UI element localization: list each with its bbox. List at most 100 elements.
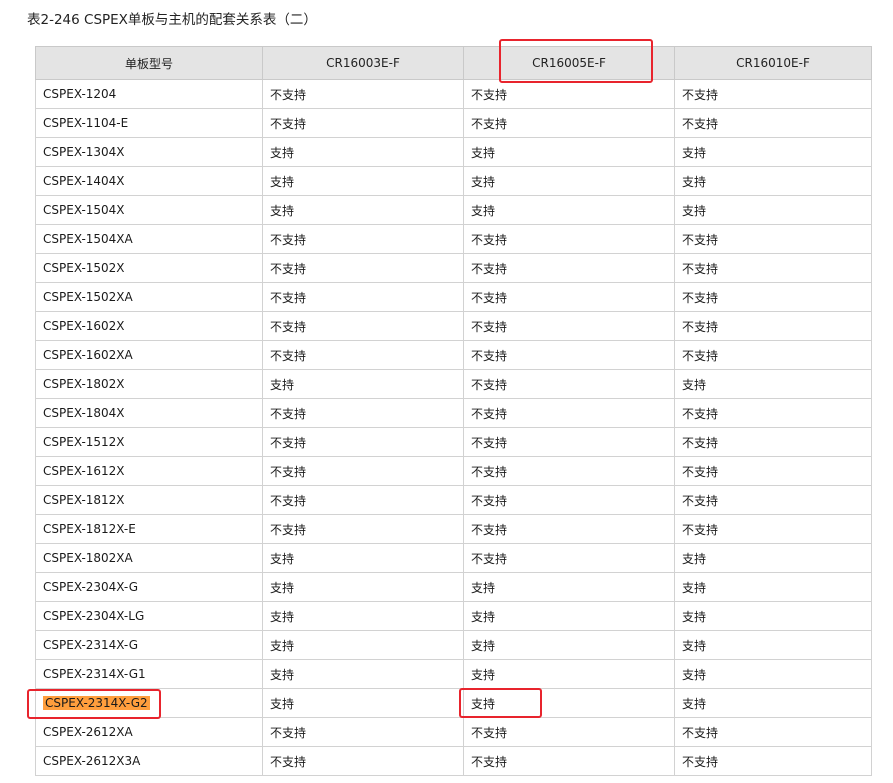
cr16003e-f-cell: 支持	[262, 630, 464, 660]
cr16010e-f-cell: 不支持	[674, 485, 872, 515]
cr16010e-f-cell: 支持	[674, 688, 872, 718]
cr16010e-f-cell: 不支持	[674, 427, 872, 457]
column-header-cr16005e-f: CR16005E-F	[463, 46, 675, 80]
cr16003e-f-cell: 支持	[262, 572, 464, 602]
cr16005e-f-cell: 不支持	[463, 282, 675, 312]
cr16010e-f-cell: 支持	[674, 195, 872, 225]
cr16005e-f-cell: 不支持	[463, 340, 675, 370]
cr16005e-f-cell: 不支持	[463, 79, 675, 109]
cr16003e-f-cell: 不支持	[262, 253, 464, 283]
table-row: CSPEX-1404X 支持 支持 支持	[35, 166, 872, 196]
board-model-cell: CSPEX-1404X	[35, 166, 263, 196]
cr16010e-f-cell: 不支持	[674, 311, 872, 341]
table-row: CSPEX-1504XA 不支持 不支持 不支持	[35, 224, 872, 254]
cr16005e-f-cell: 支持	[463, 630, 675, 660]
board-model-cell: CSPEX-1802XA	[35, 543, 263, 573]
cr16005e-f-cell: 不支持	[463, 427, 675, 457]
table-row: CSPEX-1812X-E 不支持 不支持 不支持	[35, 514, 872, 544]
cr16003e-f-cell: 不支持	[262, 340, 464, 370]
cr16003e-f-cell: 支持	[262, 166, 464, 196]
board-model-cell: CSPEX-2304X-LG	[35, 601, 263, 631]
board-model-cell: CSPEX-1812X	[35, 485, 263, 515]
cr16005e-f-cell: 支持	[463, 137, 675, 167]
cr16005e-f-cell: 支持	[463, 195, 675, 225]
cr16010e-f-cell: 不支持	[674, 253, 872, 283]
board-model-cell: CSPEX-1812X-E	[35, 514, 263, 544]
board-model-cell: CSPEX-1804X	[35, 398, 263, 428]
board-model-cell: CSPEX-1502XA	[35, 282, 263, 312]
cr16005e-f-cell: 支持	[463, 166, 675, 196]
cr16003e-f-cell: 支持	[262, 688, 464, 718]
cr16003e-f-cell: 支持	[262, 543, 464, 573]
cr16010e-f-cell: 不支持	[674, 746, 872, 776]
board-model-cell: CSPEX-1802X	[35, 369, 263, 399]
table-row: CSPEX-2304X-LG 支持 支持 支持	[35, 601, 872, 631]
table-row: CSPEX-2314X-G 支持 支持 支持	[35, 630, 872, 660]
cr16005e-f-cell: 不支持	[463, 456, 675, 486]
table-header-row: 单板型号 CR16003E-F CR16005E-F CR16010E-F	[35, 46, 872, 80]
cr16003e-f-cell: 支持	[262, 137, 464, 167]
cr16010e-f-cell: 支持	[674, 659, 872, 689]
table-row: CSPEX-1802XA 支持 不支持 支持	[35, 543, 872, 573]
board-model-cell: CSPEX-1512X	[35, 427, 263, 457]
board-model-cell: CSPEX-1504X	[35, 195, 263, 225]
cr16005e-f-cell: 支持	[463, 688, 675, 718]
cr16010e-f-cell: 支持	[674, 166, 872, 196]
table-row: CSPEX-1512X 不支持 不支持 不支持	[35, 427, 872, 457]
cr16005e-f-cell: 不支持	[463, 746, 675, 776]
board-model-cell: CSPEX-2314X-G1	[35, 659, 263, 689]
cr16010e-f-cell: 不支持	[674, 456, 872, 486]
cr16005e-f-cell: 不支持	[463, 485, 675, 515]
cr16010e-f-cell: 不支持	[674, 108, 872, 138]
compatibility-table: 单板型号 CR16003E-F CR16005E-F CR16010E-F CS…	[35, 46, 872, 776]
board-model-cell: CSPEX-2612XA	[35, 717, 263, 747]
cr16003e-f-cell: 不支持	[262, 485, 464, 515]
table-row: CSPEX-2314X-G1 支持 支持 支持	[35, 659, 872, 689]
column-header-cr16003e-f: CR16003E-F	[262, 46, 464, 80]
cr16005e-f-cell: 支持	[463, 572, 675, 602]
column-header-cr16010e-f: CR16010E-F	[674, 46, 872, 80]
cr16010e-f-cell: 支持	[674, 572, 872, 602]
cr16003e-f-cell: 支持	[262, 195, 464, 225]
table-caption: 表2-246 CSPEX单板与主机的配套关系表（二）	[27, 12, 317, 28]
board-model-cell: CSPEX-2612X3A	[35, 746, 263, 776]
table-row: CSPEX-1502XA 不支持 不支持 不支持	[35, 282, 872, 312]
cr16010e-f-cell: 不支持	[674, 79, 872, 109]
cr16005e-f-cell: 不支持	[463, 398, 675, 428]
cr16003e-f-cell: 不支持	[262, 108, 464, 138]
cr16005e-f-cell: 不支持	[463, 108, 675, 138]
cr16010e-f-cell: 支持	[674, 137, 872, 167]
board-model-cell: CSPEX-2314X-G	[35, 630, 263, 660]
table-row: CSPEX-1812X 不支持 不支持 不支持	[35, 485, 872, 515]
board-model-cell: CSPEX-1304X	[35, 137, 263, 167]
cr16003e-f-cell: 不支持	[262, 224, 464, 254]
table-row: CSPEX-1602XA 不支持 不支持 不支持	[35, 340, 872, 370]
cr16003e-f-cell: 不支持	[262, 427, 464, 457]
board-model-cell: CSPEX-1602X	[35, 311, 263, 341]
table-row: CSPEX-1804X 不支持 不支持 不支持	[35, 398, 872, 428]
cr16003e-f-cell: 不支持	[262, 79, 464, 109]
cr16003e-f-cell: 不支持	[262, 456, 464, 486]
table-row: CSPEX-1802X 支持 不支持 支持	[35, 369, 872, 399]
table-row: CSPEX-2612XA 不支持 不支持 不支持	[35, 717, 872, 747]
cr16010e-f-cell: 支持	[674, 369, 872, 399]
table-row: CSPEX-1502X 不支持 不支持 不支持	[35, 253, 872, 283]
table-row: CSPEX-1304X 支持 支持 支持	[35, 137, 872, 167]
cr16005e-f-cell: 不支持	[463, 369, 675, 399]
cr16003e-f-cell: 不支持	[262, 514, 464, 544]
table-row: CSPEX-1602X 不支持 不支持 不支持	[35, 311, 872, 341]
cr16003e-f-cell: 不支持	[262, 717, 464, 747]
board-model-cell: CSPEX-2314X-G2	[35, 688, 263, 718]
board-model-cell: CSPEX-2304X-G	[35, 572, 263, 602]
cr16003e-f-cell: 不支持	[262, 398, 464, 428]
column-header-board-model: 单板型号	[35, 46, 263, 80]
table-row: CSPEX-1204 不支持 不支持 不支持	[35, 79, 872, 109]
board-model-cell: CSPEX-1602XA	[35, 340, 263, 370]
cr16010e-f-cell: 不支持	[674, 717, 872, 747]
table-row: CSPEX-2612X3A 不支持 不支持 不支持	[35, 746, 872, 776]
cr16005e-f-cell: 不支持	[463, 543, 675, 573]
board-model-cell: CSPEX-1502X	[35, 253, 263, 283]
cr16005e-f-cell: 不支持	[463, 514, 675, 544]
cr16010e-f-cell: 不支持	[674, 282, 872, 312]
cr16003e-f-cell: 不支持	[262, 746, 464, 776]
